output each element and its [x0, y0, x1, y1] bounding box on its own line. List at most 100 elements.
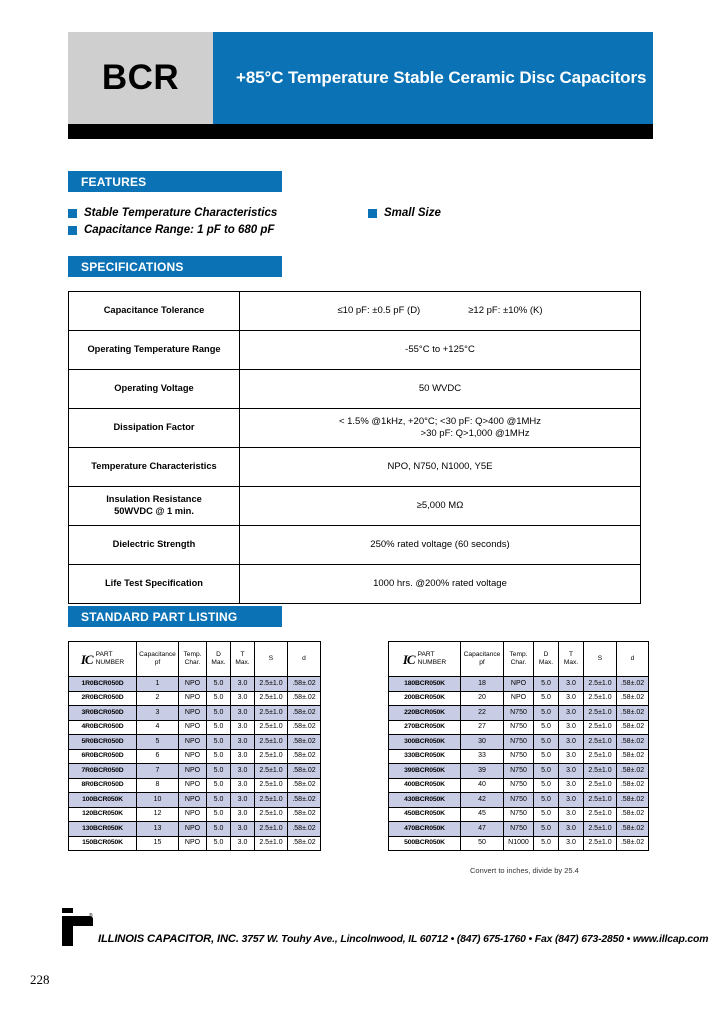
col-header-temp-char: Temp. Char. [503, 641, 534, 677]
table-row: 430BCR050K 42 N750 5.0 3.0 2.5±1.0.58±.02 [388, 792, 649, 808]
cell-d-max: 5.0 [206, 676, 231, 692]
col-header-capacitance: Capacitance pf [136, 641, 179, 677]
cell-temp-char: NPO [178, 705, 207, 721]
cell-d: .58±.02 [616, 763, 649, 779]
cell-part-number: 470BCR050K [388, 821, 461, 837]
cell-temp-char: N750 [503, 719, 534, 735]
cell-capacitance: 6 [136, 748, 179, 764]
cell-s: 2.5±1.0 [254, 792, 288, 808]
cell-d-max: 5.0 [206, 690, 231, 706]
cell-capacitance: 27 [460, 719, 504, 735]
cell-t-max: 3.0 [230, 806, 255, 822]
cell-d: .58±.02 [616, 676, 649, 692]
cell-temp-char: N750 [503, 777, 534, 793]
cell-capacitance: 13 [136, 821, 179, 837]
cell-part-number: 400BCR050K [388, 777, 461, 793]
table-row: 450BCR050K 45 N750 5.0 3.0 2.5±1.0.58±.02 [388, 806, 649, 822]
cell-temp-char: NPO [178, 777, 207, 793]
table-row: 2R0BCR050D 2 NPO 5.0 3.0 2.5±1.0.58±.02 [68, 690, 321, 706]
cell-part-number: 2R0BCR050D [68, 690, 137, 706]
spec-label: Operating Voltage [68, 369, 240, 409]
cell-d: .58±.02 [616, 705, 649, 721]
section-header-features-label: FEATURES [81, 174, 147, 189]
cell-d-max: 5.0 [533, 835, 559, 851]
feature-label: Stable Temperature Characteristics [84, 207, 278, 219]
cell-temp-char: NPO [178, 748, 207, 764]
cell-temp-char: NPO [503, 690, 534, 706]
col-header-s: S [583, 641, 617, 677]
table-row: 390BCR050K 39 N750 5.0 3.0 2.5±1.0.58±.02 [388, 763, 649, 779]
col-header-d-max: D Max. [533, 641, 559, 677]
cell-capacitance: 39 [460, 763, 504, 779]
table-row: 120BCR050K 12 NPO 5.0 3.0 2.5±1.0.58±.02 [68, 806, 321, 822]
cell-capacitance: 15 [136, 835, 179, 851]
cell-d-max: 5.0 [206, 763, 231, 779]
cell-s: 2.5±1.0 [254, 676, 288, 692]
cell-s: 2.5±1.0 [583, 806, 617, 822]
feature-label: Capacitance Range: 1 pF to 680 pF [84, 224, 275, 236]
cell-t-max: 3.0 [230, 719, 255, 735]
list-item: Stable Temperature Characteristics [68, 207, 277, 221]
spec-value: < 1.5% @1kHz, +20°C; <30 pF: Q>400 @1MHz… [239, 408, 641, 448]
cell-d-max: 5.0 [206, 821, 231, 837]
cell-capacitance: 10 [136, 792, 179, 808]
part-listing-table-left: IC PART NUMBER Capacitance pf Temp. Char… [68, 641, 321, 851]
cell-temp-char: N750 [503, 705, 534, 721]
cell-temp-char: N750 [503, 821, 534, 837]
cell-temp-char: N1000 [503, 835, 534, 851]
cell-d-max: 5.0 [206, 777, 231, 793]
cell-s: 2.5±1.0 [254, 821, 288, 837]
table-row: Dissipation Factor < 1.5% @1kHz, +20°C; … [68, 408, 641, 448]
col-header-d: d [616, 641, 649, 677]
page-number: 228 [30, 972, 50, 987]
header-band: BCR +85°C Temperature Stable Ceramic Dis… [68, 32, 653, 124]
cell-t-max: 3.0 [230, 734, 255, 750]
table-row: 150BCR050K 15 NPO 5.0 3.0 2.5±1.0.58±.02 [68, 835, 321, 851]
cell-d: .58±.02 [287, 792, 321, 808]
header-black-rule [68, 124, 653, 139]
cell-t-max: 3.0 [558, 748, 584, 764]
cell-capacitance: 2 [136, 690, 179, 706]
table-row: Operating Temperature Range -55°C to +12… [68, 330, 641, 370]
cell-d: .58±.02 [616, 777, 649, 793]
col-header-t-max: T Max. [558, 641, 584, 677]
table-row: Temperature Characteristics NPO, N750, N… [68, 447, 641, 487]
cell-part-number: 6R0BCR050D [68, 748, 137, 764]
cell-d-max: 5.0 [206, 835, 231, 851]
ic-logo-icon: IC [402, 651, 416, 667]
cell-t-max: 3.0 [230, 676, 255, 692]
cell-capacitance: 50 [460, 835, 504, 851]
table-row: 500BCR050K 50 N1000 5.0 3.0 2.5±1.0.58±.02 [388, 835, 649, 851]
cell-s: 2.5±1.0 [254, 734, 288, 750]
spec-value: -55°C to +125°C [239, 330, 641, 370]
section-header-part-listing-label: STANDARD PART LISTING [81, 609, 238, 624]
table-header-row: IC PART NUMBER Capacitance pf Temp. Char… [388, 641, 649, 677]
cell-d: .58±.02 [287, 748, 321, 764]
cell-s: 2.5±1.0 [583, 719, 617, 735]
spec-label: Capacitance Tolerance [68, 291, 240, 331]
cell-capacitance: 3 [136, 705, 179, 721]
table-row: Capacitance Tolerance ≤10 pF: ±0.5 pF (D… [68, 291, 641, 331]
section-header-features: FEATURES [68, 171, 282, 192]
table-row: 4R0BCR050D 4 NPO 5.0 3.0 2.5±1.0.58±.02 [68, 719, 321, 735]
cell-temp-char: NPO [178, 763, 207, 779]
cell-temp-char: NPO [178, 690, 207, 706]
cell-s: 2.5±1.0 [583, 690, 617, 706]
cell-s: 2.5±1.0 [254, 835, 288, 851]
cell-capacitance: 7 [136, 763, 179, 779]
cell-d: .58±.02 [287, 835, 321, 851]
cell-temp-char: N750 [503, 806, 534, 822]
cell-t-max: 3.0 [230, 792, 255, 808]
square-bullet-icon [68, 209, 77, 218]
cell-d: .58±.02 [616, 734, 649, 750]
product-code-block: BCR [68, 32, 213, 124]
cell-temp-char: N750 [503, 792, 534, 808]
cell-d-max: 5.0 [533, 690, 559, 706]
table-row: 6R0BCR050D 6 NPO 5.0 3.0 2.5±1.0.58±.02 [68, 748, 321, 764]
cell-temp-char: NPO [178, 806, 207, 822]
spec-label: Life Test Specification [68, 564, 240, 604]
table-row: 400BCR050K 40 N750 5.0 3.0 2.5±1.0.58±.02 [388, 777, 649, 793]
footer-company-name: ILLINOIS CAPACITOR, INC. [98, 933, 239, 945]
cell-d-max: 5.0 [533, 676, 559, 692]
cell-capacitance: 18 [460, 676, 504, 692]
